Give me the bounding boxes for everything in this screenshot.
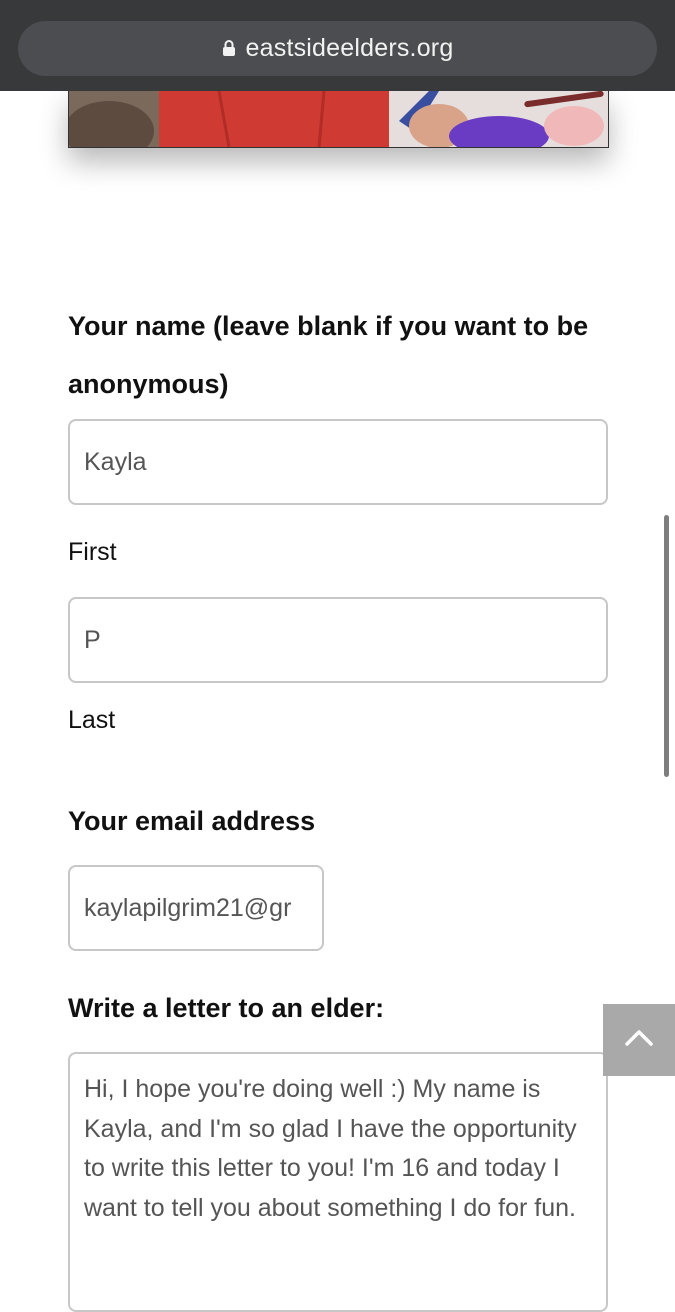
first-sublabel: First — [68, 538, 117, 566]
first-name-input[interactable]: Kayla — [68, 419, 608, 505]
hero-image — [68, 91, 609, 148]
letter-textarea[interactable]: Hi, I hope you're doing well :) My name … — [68, 1052, 608, 1312]
page-scrollbar[interactable] — [664, 515, 669, 777]
email-label: Your email address — [68, 806, 316, 836]
lock-icon — [222, 35, 236, 64]
letter-label: Write a letter to an elder: — [68, 993, 385, 1023]
name-label: Your name (leave blank if you want to be… — [68, 311, 589, 399]
last-name-input[interactable]: P — [68, 597, 608, 683]
browser-toolbar: eastsideelders.org — [0, 0, 675, 91]
chevron-up-icon — [624, 1029, 654, 1052]
address-bar[interactable]: eastsideelders.org — [18, 21, 657, 76]
url-text: eastsideelders.org — [245, 34, 454, 62]
last-sublabel: Last — [68, 706, 116, 734]
scroll-to-top-button[interactable] — [603, 1004, 675, 1076]
email-input[interactable]: kaylapilgrim21@gr — [68, 865, 324, 951]
